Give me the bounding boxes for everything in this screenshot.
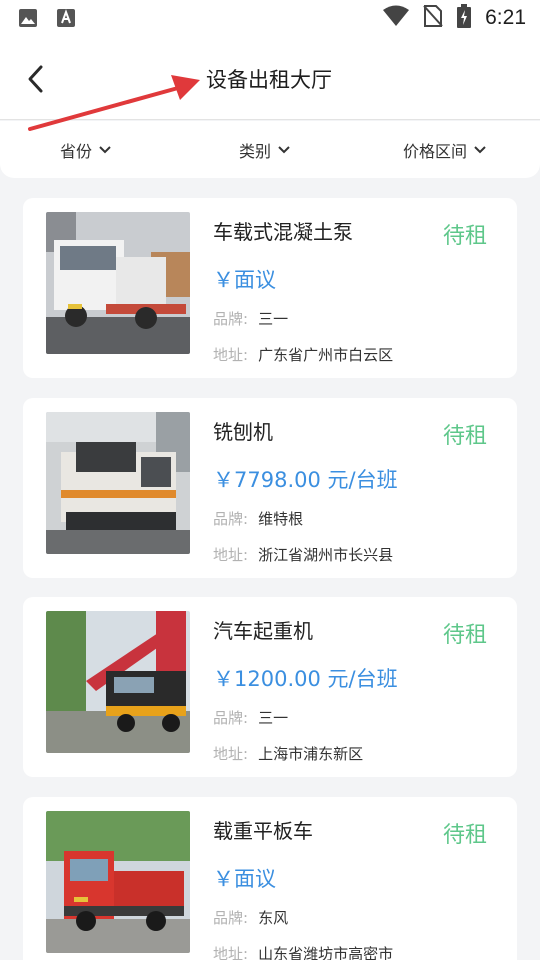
listing-brand-row: 品牌: 东风 [213,907,288,928]
listing-photo-milling-machine [46,412,190,554]
filter-category-label: 类别 [239,142,272,161]
address-label: 地址: [213,546,249,564]
listing-price: ￥面议 [213,268,276,292]
listing-photo-truck-crane [46,611,190,753]
brand-label: 品牌: [213,510,249,528]
back-arrow-icon [28,65,43,93]
listing-status: 待租 [442,823,487,848]
listing-price: ￥1200.00 元/台班 [213,667,398,691]
address-value: 浙江省湖州市长兴县 [258,546,394,564]
page-title: 设备出租大厅 [206,68,332,92]
listing-card[interactable]: 车载式混凝土泵 待租 ￥面议 品牌: 三一 地址: 广东省广州市白云区 [23,198,517,378]
listing-price: ￥面议 [213,867,276,891]
listing-name: 汽车起重机 [213,619,313,643]
wifi-icon [383,5,410,31]
back-button[interactable] [18,60,52,98]
text-notification-icon [56,8,76,32]
listing-brand-row: 品牌: 维特根 [213,508,303,529]
brand-label: 品牌: [213,909,249,927]
status-bar: 6:21 [0,0,540,36]
listing-address-row: 地址: 浙江省湖州市长兴县 [213,544,393,565]
address-label: 地址: [213,945,249,960]
listing-address-row: 地址: 广东省广州市白云区 [213,344,393,365]
brand-value: 东风 [258,909,289,927]
chevron-down-icon [99,146,111,154]
listing-address-row: 地址: 上海市浦东新区 [213,743,363,764]
brand-label: 品牌: [213,310,249,328]
image-notification-icon [18,8,38,32]
brand-value: 维特根 [258,510,304,528]
filter-category[interactable]: 类别 [239,138,291,162]
clock-time: 6:21 [485,6,526,29]
filter-bar: 省份 类别 价格区间 [0,121,540,178]
battery-charging-icon [457,4,472,32]
brand-value: 三一 [258,709,289,727]
listing-status: 待租 [442,623,487,648]
listing-photo-flatbed-truck [46,811,190,953]
address-value: 广东省广州市白云区 [258,346,394,364]
filter-province[interactable]: 省份 [60,138,112,162]
listing-card[interactable]: 汽车起重机 待租 ￥1200.00 元/台班 品牌: 三一 地址: 上海市浦东新区 [23,597,517,777]
listing-card[interactable]: 载重平板车 待租 ￥面议 品牌: 东风 地址: 山东省潍坊市高密市 [23,797,517,960]
chevron-down-icon [474,146,486,154]
address-label: 地址: [213,346,249,364]
brand-label: 品牌: [213,709,249,727]
filter-price-range-label: 价格区间 [403,142,468,161]
listing-brand-row: 品牌: 三一 [213,707,288,728]
address-label: 地址: [213,745,249,763]
app-header: 设备出租大厅 [0,36,540,120]
listing-address-row: 地址: 山东省潍坊市高密市 [213,943,393,960]
listing-brand-row: 品牌: 三一 [213,308,288,329]
filter-province-label: 省份 [60,142,93,161]
filter-price-range[interactable]: 价格区间 [403,138,487,162]
no-sim-icon [423,4,443,32]
listing-name: 铣刨机 [213,420,273,444]
brand-value: 三一 [258,310,289,328]
listing-status: 待租 [442,224,487,249]
listing-name: 载重平板车 [213,819,313,843]
address-value: 上海市浦东新区 [258,745,364,763]
listing-status: 待租 [442,424,487,449]
address-value: 山东省潍坊市高密市 [258,945,394,960]
listing-photo-concrete-pump-truck [46,212,190,354]
listing-card[interactable]: 铣刨机 待租 ￥7798.00 元/台班 品牌: 维特根 地址: 浙江省湖州市长兴县 [23,398,517,578]
listing-name: 车载式混凝土泵 [213,220,353,244]
chevron-down-icon [278,146,290,154]
listing-price: ￥7798.00 元/台班 [213,468,398,492]
